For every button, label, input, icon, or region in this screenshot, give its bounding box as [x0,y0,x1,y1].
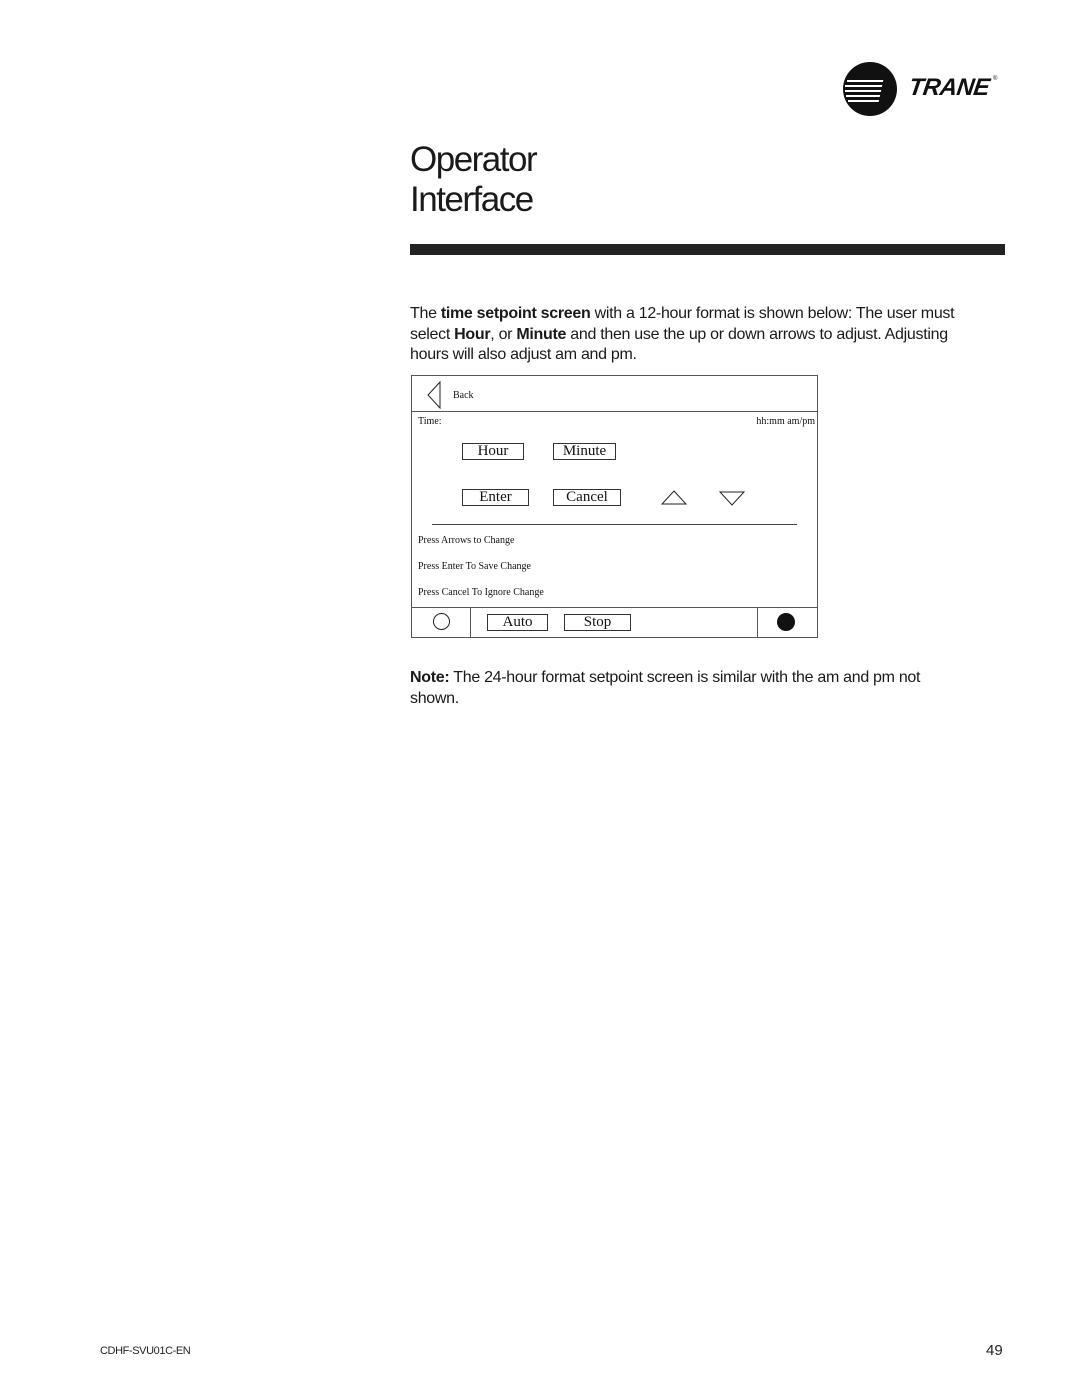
instruction-line: Press Cancel To Ignore Change [418,587,544,598]
note-label: Note: [410,669,450,686]
auto-button[interactable]: Auto [487,614,548,631]
title-rule-divider [410,244,1005,255]
instruction-line: Press Arrows to Change [418,535,515,546]
status-indicator-empty-icon[interactable] [433,613,450,630]
footer-divider-left [470,607,471,638]
intro-text: The [410,305,441,322]
cancel-button[interactable]: Cancel [553,489,621,506]
intro-text: , or [490,325,517,343]
instruction-line: Press Enter To Save Change [418,561,531,572]
minute-button[interactable]: Minute [553,443,616,460]
page-number: 49 [986,1342,1003,1359]
enter-button[interactable]: Enter [462,489,529,506]
note-paragraph: Note: The 24-hour format setpoint screen… [410,668,970,709]
section-title-line2: Interface [410,180,534,219]
section-title: Operator Interface [410,140,538,220]
back-button[interactable] [426,380,442,414]
header-divider [412,411,817,412]
intro-bold-term: time setpoint screen [440,305,591,322]
status-indicator-filled-icon[interactable] [777,613,795,631]
trane-logo-disc-icon [843,62,897,116]
instructions-divider [432,524,797,525]
registered-mark: ® [993,76,998,82]
intro-bold-hour: Hour [454,325,491,343]
note-text: The 24-hour format setpoint screen is si… [410,669,921,707]
down-arrow-icon [718,491,746,506]
section-title-line1: Operator [410,140,538,179]
back-arrow-icon [427,380,441,410]
time-setpoint-screen: Back Time: hh:mm am/pm Hour Minute Enter… [411,375,818,638]
back-label[interactable]: Back [453,390,474,401]
intro-bold-minute: Minute [516,325,567,343]
up-arrow-icon [660,490,688,505]
document-id: CDHF-SVU01C-EN [100,1345,191,1357]
brand-wordmark: TRANE [907,74,992,101]
down-arrow-button[interactable] [718,491,746,512]
up-arrow-button[interactable] [660,490,688,511]
time-format-label: hh:mm am/pm [756,416,815,427]
hour-button[interactable]: Hour [462,443,524,460]
stop-button[interactable]: Stop [564,614,631,631]
time-label: Time: [418,416,442,427]
footer-divider-right [757,607,758,638]
intro-paragraph: The time setpoint screen with a 12-hour … [410,304,970,366]
trane-logo: TRANE ® [843,62,1008,118]
